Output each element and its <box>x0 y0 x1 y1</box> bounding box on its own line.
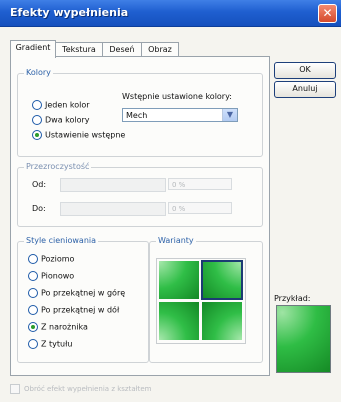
window-title: Efekty wypełnienia <box>10 6 129 19</box>
checkbox-box <box>10 384 20 394</box>
radio-diagonal-up[interactable]: Po przekątnej w górę <box>28 288 125 298</box>
radio-label: Jeden kolor <box>45 100 90 110</box>
preset-colors-label: Wstępnie ustawione kolory: <box>122 92 232 101</box>
from-spinner: 0 % <box>168 178 232 190</box>
to-label: Do: <box>32 204 46 213</box>
radio-two-colors[interactable]: Dwa kolory <box>32 115 90 125</box>
to-slider <box>60 202 166 216</box>
tab-desen[interactable]: Deseń <box>102 42 142 57</box>
to-spinner: 0 % <box>168 202 232 214</box>
radio-label: Z narożnika <box>41 322 88 332</box>
radio-from-corner[interactable]: Z narożnika <box>28 322 88 332</box>
radio-horizontal[interactable]: Poziomo <box>28 254 74 264</box>
variant-bottom-left[interactable] <box>159 302 199 340</box>
radio-preset[interactable]: Ustawienie wstępne <box>32 130 125 140</box>
variants-legend: Warianty <box>156 236 196 245</box>
ok-button[interactable]: OK <box>274 62 336 79</box>
transparency-legend: Przezroczystość <box>24 162 92 171</box>
radio-label: Po przekątnej w górę <box>41 288 126 298</box>
from-label: Od: <box>32 180 47 189</box>
radio-indicator <box>28 339 38 349</box>
transparency-group: Przezroczystość Od: 0 % Do: 0 % <box>17 162 263 227</box>
title-bar: Efekty wypełnienia ✕ <box>0 0 341 27</box>
chevron-down-icon: ▼ <box>222 109 237 121</box>
rotate-fill-checkbox: Obróć efekt wypełnienia z kształtem <box>10 384 152 394</box>
radio-label: Po przekątnej w dół <box>41 305 120 315</box>
radio-indicator <box>32 115 42 125</box>
preset-colors-select[interactable]: Mech ▼ <box>122 108 238 122</box>
shading-styles-legend: Style cieniowania <box>24 236 99 245</box>
radio-label: Z tytułu <box>41 339 73 349</box>
sample-label: Przykład: <box>274 294 311 303</box>
radio-diagonal-down[interactable]: Po przekątnej w dół <box>28 305 119 315</box>
radio-label: Dwa kolory <box>45 115 90 125</box>
radio-label: Pionowo <box>41 271 75 281</box>
shading-styles-group: Style cieniowania Poziomo Pionowo Po prz… <box>17 236 149 363</box>
tab-obraz[interactable]: Obraz <box>141 42 179 57</box>
variant-top-left[interactable] <box>159 261 199 299</box>
variant-top-right[interactable] <box>201 260 243 300</box>
radio-from-title[interactable]: Z tytułu <box>28 339 72 349</box>
radio-vertical[interactable]: Pionowo <box>28 271 74 281</box>
preset-colors-value: Mech <box>126 111 148 120</box>
radio-one-color[interactable]: Jeden kolor <box>32 100 90 110</box>
variant-bottom-right[interactable] <box>202 302 242 340</box>
tab-gradient[interactable]: Gradient <box>10 40 56 58</box>
radio-indicator <box>28 322 38 332</box>
radio-label: Poziomo <box>41 254 75 264</box>
sample-preview <box>276 305 331 373</box>
rotate-fill-label: Obróć efekt wypełnienia z kształtem <box>24 385 152 393</box>
radio-indicator <box>28 305 38 315</box>
cancel-button[interactable]: Anuluj <box>274 81 336 98</box>
close-button[interactable]: ✕ <box>318 4 337 23</box>
radio-indicator <box>28 254 38 264</box>
radio-indicator <box>28 288 38 298</box>
from-slider <box>60 178 166 192</box>
close-icon: ✕ <box>322 6 333 20</box>
variants-grid <box>156 258 246 344</box>
tab-tekstura[interactable]: Tekstura <box>55 42 103 57</box>
radio-indicator <box>28 271 38 281</box>
radio-label: Ustawienie wstępne <box>45 130 126 140</box>
radio-indicator <box>32 130 42 140</box>
colors-group: Kolory Jeden kolor Dwa kolory Ustawienie… <box>17 68 263 157</box>
radio-indicator <box>32 100 42 110</box>
colors-legend: Kolory <box>24 68 53 77</box>
